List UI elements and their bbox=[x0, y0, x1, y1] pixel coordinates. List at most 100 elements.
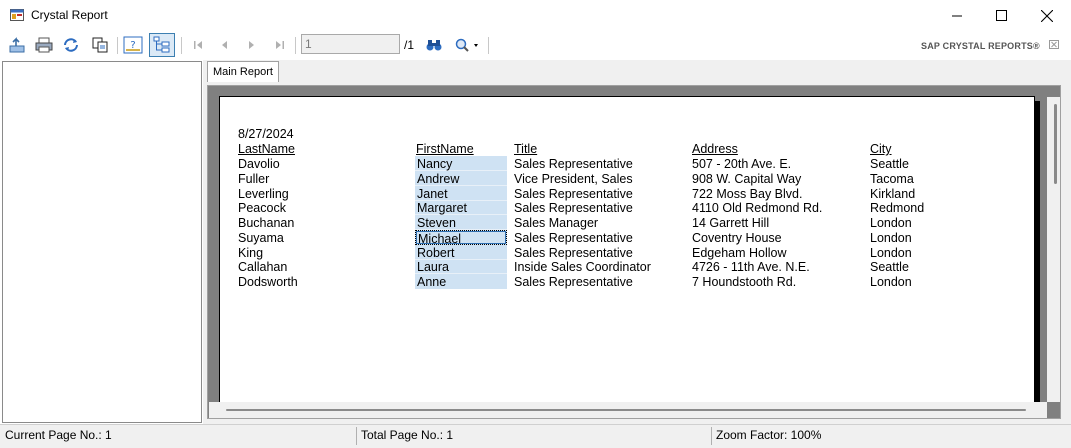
cell-city: London bbox=[870, 246, 912, 260]
cell-title: Vice President, Sales bbox=[514, 172, 633, 186]
app-icon bbox=[10, 9, 24, 21]
cell-last-name: Suyama bbox=[238, 231, 284, 245]
header-last-name: LastName bbox=[238, 142, 295, 156]
export-button[interactable] bbox=[5, 34, 29, 56]
cell-address: 14 Garrett Hill bbox=[692, 216, 770, 230]
previous-page-button[interactable] bbox=[212, 34, 236, 56]
parameter-panel-icon: ? bbox=[123, 36, 143, 54]
cell-title: Sales Representative bbox=[514, 157, 633, 171]
zoom-icon bbox=[455, 38, 478, 52]
status-bar bbox=[0, 424, 1071, 448]
page-total-label: /1 bbox=[404, 38, 415, 52]
first-page-button[interactable] bbox=[186, 34, 210, 56]
print-icon bbox=[35, 37, 53, 53]
first-page-icon bbox=[194, 41, 202, 49]
status-separator bbox=[356, 427, 357, 445]
zoom-dropdown-button[interactable] bbox=[452, 34, 482, 56]
maximize-button[interactable] bbox=[978, 0, 1024, 31]
cell-first-name[interactable]: Nancy bbox=[415, 156, 507, 171]
toolbar-separator bbox=[117, 37, 118, 54]
cell-address: 4726 - 11th Ave. N.E. bbox=[692, 260, 810, 274]
header-title: Title bbox=[514, 142, 538, 156]
cell-last-name: Dodsworth bbox=[238, 275, 298, 289]
cell-address: 507 - 20th Ave. E. bbox=[692, 157, 792, 171]
next-page-button[interactable] bbox=[240, 34, 264, 56]
header-city: City bbox=[870, 142, 892, 156]
cell-title: Sales Representative bbox=[514, 246, 633, 260]
cell-first-name[interactable]: Steven bbox=[415, 215, 507, 230]
header-address: Address bbox=[692, 142, 738, 156]
cell-first-name[interactable]: Robert bbox=[415, 245, 507, 260]
cell-first-name[interactable]: Anne bbox=[415, 274, 507, 289]
toolbar-separator bbox=[488, 37, 489, 54]
page-shadow bbox=[1035, 101, 1040, 402]
cell-last-name: Peacock bbox=[238, 201, 286, 215]
find-button[interactable] bbox=[422, 34, 446, 56]
cell-address: 722 Moss Bay Blvd. bbox=[692, 187, 803, 201]
window-title: Crystal Report bbox=[31, 8, 108, 22]
cell-address: 4110 Old Redmond Rd. bbox=[692, 201, 823, 215]
cell-title: Sales Representative bbox=[514, 231, 633, 245]
toggle-parameter-panel-button[interactable]: ? bbox=[121, 34, 145, 56]
cell-city: Redmond bbox=[870, 201, 925, 215]
sap-crystal-reports-logo: SAP CRYSTAL REPORTS® bbox=[921, 41, 1040, 51]
cell-first-name[interactable]: Laura bbox=[415, 259, 507, 274]
cell-last-name: Callahan bbox=[238, 260, 288, 274]
find-binoculars-icon bbox=[426, 40, 442, 51]
toolbar-separator bbox=[295, 37, 296, 54]
toolbar-separator bbox=[181, 37, 182, 54]
cell-city: London bbox=[870, 216, 912, 230]
group-tree-panel[interactable] bbox=[2, 61, 202, 423]
cell-first-name[interactable]: Margaret bbox=[415, 200, 507, 215]
report-date: 8/27/2024 bbox=[238, 127, 294, 141]
cell-last-name: King bbox=[238, 246, 264, 260]
cell-address: Coventry House bbox=[692, 231, 782, 245]
maximize-icon bbox=[995, 10, 1007, 21]
cell-address: 7 Houndstooth Rd. bbox=[692, 275, 797, 289]
cell-city: Seattle bbox=[870, 157, 909, 171]
cell-first-name[interactable]: Andrew bbox=[415, 171, 507, 186]
status-separator bbox=[711, 427, 712, 445]
cell-city: London bbox=[870, 231, 912, 245]
vertical-scrollbar-thumb[interactable] bbox=[1054, 104, 1057, 184]
cell-title: Sales Manager bbox=[514, 216, 599, 230]
last-page-icon bbox=[276, 41, 284, 49]
cell-title: Sales Representative bbox=[514, 187, 633, 201]
next-page-icon bbox=[249, 41, 254, 49]
last-page-button[interactable] bbox=[268, 34, 292, 56]
refresh-icon bbox=[64, 38, 78, 52]
cell-last-name: Davolio bbox=[238, 157, 280, 171]
cell-last-name: Fuller bbox=[238, 172, 270, 186]
group-tree-icon bbox=[153, 36, 170, 53]
print-button[interactable] bbox=[32, 34, 56, 56]
copy-button[interactable] bbox=[88, 34, 112, 56]
close-view-icon[interactable] bbox=[1049, 40, 1059, 49]
export-icon bbox=[9, 37, 25, 53]
cell-title: Sales Representative bbox=[514, 275, 633, 289]
copy-icon bbox=[92, 37, 108, 53]
cell-city: Seattle bbox=[870, 260, 909, 274]
cell-address: Edgeham Hollow bbox=[692, 246, 787, 260]
cell-first-name[interactable]: Janet bbox=[415, 186, 507, 201]
header-first-name: FirstName bbox=[416, 142, 474, 156]
status-zoom-factor: Zoom Factor: 100% bbox=[716, 428, 822, 442]
tab-main-report[interactable]: Main Report bbox=[207, 61, 279, 82]
cell-first-name[interactable]: Michael bbox=[415, 230, 507, 246]
previous-page-icon bbox=[222, 41, 227, 49]
status-current-page: Current Page No.: 1 bbox=[5, 428, 112, 442]
cell-last-name: Leverling bbox=[238, 187, 289, 201]
horizontal-scrollbar-thumb[interactable] bbox=[226, 409, 1026, 411]
close-button[interactable] bbox=[1024, 0, 1070, 31]
cell-last-name: Buchanan bbox=[238, 216, 295, 230]
cell-city: Tacoma bbox=[870, 172, 914, 186]
status-total-page: Total Page No.: 1 bbox=[361, 428, 454, 442]
go-to-page-input[interactable] bbox=[301, 34, 400, 54]
minimize-icon bbox=[952, 15, 962, 16]
refresh-button[interactable] bbox=[59, 34, 83, 56]
cell-title: Sales Representative bbox=[514, 201, 633, 215]
minimize-button[interactable] bbox=[934, 0, 980, 31]
toggle-group-tree-button[interactable] bbox=[149, 33, 175, 57]
cell-city: London bbox=[870, 275, 912, 289]
cell-title: Inside Sales Coordinator bbox=[514, 260, 651, 274]
title-bar bbox=[0, 0, 1071, 31]
